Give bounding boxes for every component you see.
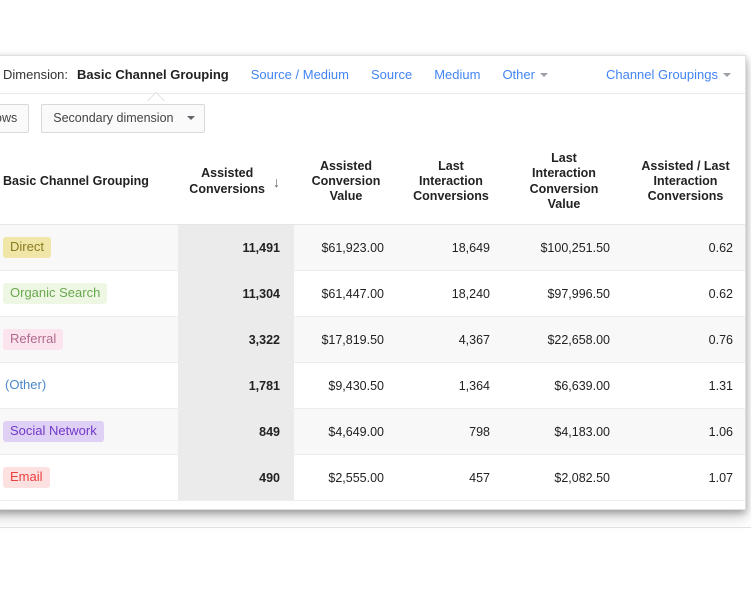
cell-assisted-conversions: 490 bbox=[178, 455, 294, 501]
cell-assisted-conversions: 1,781 bbox=[178, 363, 294, 409]
report-panel: Dimension: Basic Channel Grouping Source… bbox=[0, 55, 746, 510]
cell-last-interaction-conversion-value: $100,251.50 bbox=[504, 225, 624, 271]
cell-assisted-over-last-interaction: 0.62 bbox=[624, 225, 746, 271]
cell-dimension: Direct bbox=[0, 225, 178, 271]
table-body: Direct 11,491$61,923.0018,649$100,251.500… bbox=[0, 225, 746, 501]
channel-chip[interactable]: Email bbox=[3, 467, 50, 488]
cell-assisted-over-last-interaction: 0.76 bbox=[624, 317, 746, 363]
active-dimension-pointer-icon bbox=[147, 93, 165, 102]
cell-assisted-conversion-value: $17,819.50 bbox=[294, 317, 398, 363]
cell-dimension: Email bbox=[0, 455, 178, 501]
cell-assisted-conversions: 11,304 bbox=[178, 271, 294, 317]
cell-assisted-conversions: 849 bbox=[178, 409, 294, 455]
cell-assisted-over-last-interaction: 1.31 bbox=[624, 363, 746, 409]
dimension-active-basic-channel-grouping[interactable]: Basic Channel Grouping bbox=[77, 67, 229, 82]
channel-chip[interactable]: Referral bbox=[3, 329, 63, 350]
assisted-conversions-table: Basic Channel Grouping Assisted Conversi… bbox=[0, 142, 746, 501]
cell-assisted-conversion-value: $4,649.00 bbox=[294, 409, 398, 455]
cell-last-interaction-conversion-value: $6,639.00 bbox=[504, 363, 624, 409]
chevron-down-icon bbox=[187, 116, 195, 120]
table-row[interactable]: Social Network 849$4,649.00798$4,183.001.… bbox=[0, 409, 746, 455]
table-header-row: Basic Channel Grouping Assisted Conversi… bbox=[0, 142, 746, 225]
cell-assisted-conversion-value: $61,923.00 bbox=[294, 225, 398, 271]
table-row[interactable]: Direct 11,491$61,923.0018,649$100,251.500… bbox=[0, 225, 746, 271]
cell-last-interaction-conversions: 4,367 bbox=[398, 317, 504, 363]
dimension-label: Dimension: bbox=[3, 67, 68, 82]
channel-chip[interactable]: Social Network bbox=[3, 421, 104, 442]
dimension-link-source-medium[interactable]: Source / Medium bbox=[251, 67, 349, 82]
cell-last-interaction-conversion-value: $2,082.50 bbox=[504, 455, 624, 501]
column-header-assisted-conversion-value[interactable]: Assisted Conversion Value bbox=[294, 142, 398, 225]
cell-last-interaction-conversions: 18,649 bbox=[398, 225, 504, 271]
dimension-link-source[interactable]: Source bbox=[371, 67, 412, 82]
cell-assisted-conversion-value: $61,447.00 bbox=[294, 271, 398, 317]
channel-chip[interactable]: Direct bbox=[3, 237, 51, 258]
column-header-assisted-over-last-interaction[interactable]: Assisted / Last Interaction Conversions bbox=[624, 142, 746, 225]
cell-assisted-over-last-interaction: 1.07 bbox=[624, 455, 746, 501]
channel-chip[interactable]: (Other) bbox=[3, 375, 48, 396]
dimension-link-channel-groupings-label: Channel Groupings bbox=[606, 67, 718, 82]
cell-assisted-conversion-value: $9,430.50 bbox=[294, 363, 398, 409]
column-header-assisted-conversions[interactable]: Assisted Conversions ↓ bbox=[178, 142, 294, 225]
channel-chip[interactable]: Organic Search bbox=[3, 283, 107, 304]
cell-assisted-conversions: 11,491 bbox=[178, 225, 294, 271]
dimension-selector-bar: Dimension: Basic Channel Grouping Source… bbox=[0, 56, 745, 94]
cell-dimension: Organic Search bbox=[0, 271, 178, 317]
cell-dimension: Referral bbox=[0, 317, 178, 363]
chevron-down-icon bbox=[540, 73, 548, 77]
column-header-dimension[interactable]: Basic Channel Grouping bbox=[0, 142, 178, 225]
cell-last-interaction-conversion-value: $22,658.00 bbox=[504, 317, 624, 363]
secondary-dimension-label: Secondary dimension bbox=[53, 111, 173, 125]
table-controls-bar: Rows Secondary dimension bbox=[0, 94, 745, 142]
cell-assisted-conversion-value: $2,555.00 bbox=[294, 455, 398, 501]
dimension-link-other-label: Other bbox=[502, 67, 535, 82]
cell-last-interaction-conversions: 18,240 bbox=[398, 271, 504, 317]
chevron-down-icon bbox=[723, 73, 731, 77]
cell-last-interaction-conversion-value: $97,996.50 bbox=[504, 271, 624, 317]
dimension-link-channel-groupings[interactable]: Channel Groupings bbox=[606, 67, 731, 82]
table-header: Basic Channel Grouping Assisted Conversi… bbox=[0, 142, 746, 225]
rows-button[interactable]: Rows bbox=[0, 104, 29, 133]
cell-last-interaction-conversion-value: $4,183.00 bbox=[504, 409, 624, 455]
sort-descending-arrow-icon: ↓ bbox=[273, 175, 280, 189]
secondary-dimension-button[interactable]: Secondary dimension bbox=[41, 104, 205, 133]
cell-assisted-conversions: 3,322 bbox=[178, 317, 294, 363]
screenshot-root: Dimension: Basic Channel Grouping Source… bbox=[0, 0, 751, 592]
page-divider bbox=[0, 527, 751, 528]
table-row[interactable]: Organic Search 11,304$61,447.0018,240$97,… bbox=[0, 271, 746, 317]
cell-dimension: Social Network bbox=[0, 409, 178, 455]
cell-assisted-over-last-interaction: 0.62 bbox=[624, 271, 746, 317]
dimension-link-other[interactable]: Other bbox=[502, 67, 548, 82]
dimension-link-medium[interactable]: Medium bbox=[434, 67, 480, 82]
cell-last-interaction-conversions: 457 bbox=[398, 455, 504, 501]
column-header-assisted-conversions-label: Assisted Conversions bbox=[189, 166, 265, 197]
cell-last-interaction-conversions: 1,364 bbox=[398, 363, 504, 409]
table-row[interactable]: Email 490$2,555.00457$2,082.501.07 bbox=[0, 455, 746, 501]
cell-assisted-over-last-interaction: 1.06 bbox=[624, 409, 746, 455]
table-row[interactable]: (Other) 1,781$9,430.501,364$6,639.001.31 bbox=[0, 363, 746, 409]
column-header-last-interaction-conversion-value[interactable]: Last Interaction Conversion Value bbox=[504, 142, 624, 225]
column-header-last-interaction-conversions[interactable]: Last Interaction Conversions bbox=[398, 142, 504, 225]
table-row[interactable]: Referral 3,322$17,819.504,367$22,658.000.… bbox=[0, 317, 746, 363]
cell-dimension: (Other) bbox=[0, 363, 178, 409]
cell-last-interaction-conversions: 798 bbox=[398, 409, 504, 455]
